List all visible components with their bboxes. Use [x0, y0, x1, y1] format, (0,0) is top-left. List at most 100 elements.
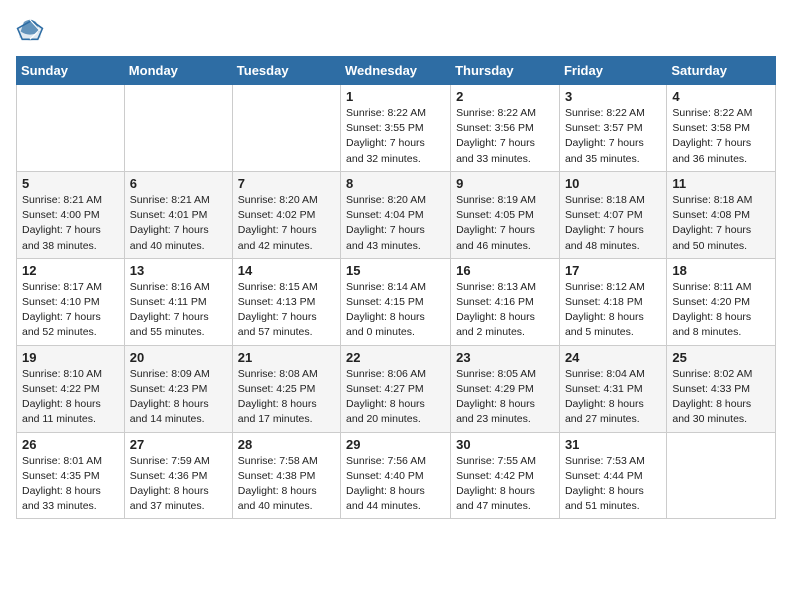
calendar-day-cell: 7 Sunrise: 8:20 AM Sunset: 4:02 PM Daylig…	[232, 171, 340, 258]
calendar-empty-cell	[17, 85, 125, 172]
day-info: Sunrise: 8:02 AM Sunset: 4:33 PM Dayligh…	[672, 367, 770, 428]
day-info: Sunrise: 8:09 AM Sunset: 4:23 PM Dayligh…	[130, 367, 227, 428]
day-number: 30	[456, 437, 554, 452]
day-info: Sunrise: 8:18 AM Sunset: 4:07 PM Dayligh…	[565, 193, 661, 254]
weekday-header-friday: Friday	[559, 57, 666, 85]
day-number: 17	[565, 263, 661, 278]
day-number: 28	[238, 437, 335, 452]
day-info: Sunrise: 8:22 AM Sunset: 3:57 PM Dayligh…	[565, 106, 661, 167]
day-number: 5	[22, 176, 119, 191]
day-number: 14	[238, 263, 335, 278]
day-info: Sunrise: 7:58 AM Sunset: 4:38 PM Dayligh…	[238, 454, 335, 515]
calendar-week-row: 1 Sunrise: 8:22 AM Sunset: 3:55 PM Daylig…	[17, 85, 776, 172]
calendar-day-cell: 1 Sunrise: 8:22 AM Sunset: 3:55 PM Daylig…	[341, 85, 451, 172]
calendar-week-row: 12 Sunrise: 8:17 AM Sunset: 4:10 PM Dayli…	[17, 258, 776, 345]
logo	[16, 16, 48, 44]
day-info: Sunrise: 8:12 AM Sunset: 4:18 PM Dayligh…	[565, 280, 661, 341]
day-info: Sunrise: 8:20 AM Sunset: 4:04 PM Dayligh…	[346, 193, 445, 254]
calendar-day-cell: 25 Sunrise: 8:02 AM Sunset: 4:33 PM Dayli…	[667, 345, 776, 432]
calendar-day-cell: 4 Sunrise: 8:22 AM Sunset: 3:58 PM Daylig…	[667, 85, 776, 172]
weekday-header-monday: Monday	[124, 57, 232, 85]
calendar-day-cell: 14Sunrise: 8:15 AM Sunset: 4:13 PM Dayli…	[232, 258, 340, 345]
day-number: 12	[22, 263, 119, 278]
calendar-day-cell: 19 Sunrise: 8:10 AM Sunset: 4:22 PM Dayli…	[17, 345, 125, 432]
day-number: 13	[130, 263, 227, 278]
day-info: Sunrise: 8:14 AM Sunset: 4:15 PM Dayligh…	[346, 280, 445, 341]
day-info: Sunrise: 7:59 AM Sunset: 4:36 PM Dayligh…	[130, 454, 227, 515]
day-info: Sunrise: 7:55 AM Sunset: 4:42 PM Dayligh…	[456, 454, 554, 515]
day-number: 11	[672, 176, 770, 191]
day-number: 6	[130, 176, 227, 191]
day-number: 4	[672, 89, 770, 104]
weekday-header-tuesday: Tuesday	[232, 57, 340, 85]
calendar-day-cell: 21 Sunrise: 8:08 AM Sunset: 4:25 PM Dayli…	[232, 345, 340, 432]
calendar-day-cell: 15 Sunrise: 8:14 AM Sunset: 4:15 PM Dayli…	[341, 258, 451, 345]
page-header	[16, 16, 776, 44]
day-number: 15	[346, 263, 445, 278]
day-number: 2	[456, 89, 554, 104]
calendar-empty-cell	[667, 432, 776, 519]
day-info: Sunrise: 8:05 AM Sunset: 4:29 PM Dayligh…	[456, 367, 554, 428]
weekday-header-wednesday: Wednesday	[341, 57, 451, 85]
day-number: 22	[346, 350, 445, 365]
calendar-day-cell: 22Sunrise: 8:06 AM Sunset: 4:27 PM Dayli…	[341, 345, 451, 432]
calendar-table: SundayMondayTuesdayWednesdayThursdayFrid…	[16, 56, 776, 519]
day-info: Sunrise: 8:21 AM Sunset: 4:01 PM Dayligh…	[130, 193, 227, 254]
day-number: 18	[672, 263, 770, 278]
day-info: Sunrise: 8:10 AM Sunset: 4:22 PM Dayligh…	[22, 367, 119, 428]
day-info: Sunrise: 8:22 AM Sunset: 3:55 PM Dayligh…	[346, 106, 445, 167]
day-number: 19	[22, 350, 119, 365]
calendar-day-cell: 23Sunrise: 8:05 AM Sunset: 4:29 PM Dayli…	[451, 345, 560, 432]
calendar-day-cell: 5 Sunrise: 8:21 AM Sunset: 4:00 PM Daylig…	[17, 171, 125, 258]
weekday-header-thursday: Thursday	[451, 57, 560, 85]
day-info: Sunrise: 8:20 AM Sunset: 4:02 PM Dayligh…	[238, 193, 335, 254]
calendar-day-cell: 24Sunrise: 8:04 AM Sunset: 4:31 PM Dayli…	[559, 345, 666, 432]
day-info: Sunrise: 8:16 AM Sunset: 4:11 PM Dayligh…	[130, 280, 227, 341]
day-info: Sunrise: 8:18 AM Sunset: 4:08 PM Dayligh…	[672, 193, 770, 254]
day-info: Sunrise: 8:21 AM Sunset: 4:00 PM Dayligh…	[22, 193, 119, 254]
calendar-day-cell: 17 Sunrise: 8:12 AM Sunset: 4:18 PM Dayli…	[559, 258, 666, 345]
day-info: Sunrise: 8:22 AM Sunset: 3:58 PM Dayligh…	[672, 106, 770, 167]
calendar-week-row: 5 Sunrise: 8:21 AM Sunset: 4:00 PM Daylig…	[17, 171, 776, 258]
day-number: 8	[346, 176, 445, 191]
calendar-day-cell: 18Sunrise: 8:11 AM Sunset: 4:20 PM Dayli…	[667, 258, 776, 345]
day-number: 7	[238, 176, 335, 191]
calendar-day-cell: 26 Sunrise: 8:01 AM Sunset: 4:35 PM Dayli…	[17, 432, 125, 519]
calendar-day-cell: 30 Sunrise: 7:55 AM Sunset: 4:42 PM Dayli…	[451, 432, 560, 519]
day-number: 21	[238, 350, 335, 365]
calendar-day-cell: 31Sunrise: 7:53 AM Sunset: 4:44 PM Dayli…	[559, 432, 666, 519]
day-number: 9	[456, 176, 554, 191]
day-info: Sunrise: 8:17 AM Sunset: 4:10 PM Dayligh…	[22, 280, 119, 341]
day-number: 29	[346, 437, 445, 452]
calendar-day-cell: 12 Sunrise: 8:17 AM Sunset: 4:10 PM Dayli…	[17, 258, 125, 345]
calendar-day-cell: 20 Sunrise: 8:09 AM Sunset: 4:23 PM Dayli…	[124, 345, 232, 432]
calendar-day-cell: 9 Sunrise: 8:19 AM Sunset: 4:05 PM Daylig…	[451, 171, 560, 258]
calendar-day-cell: 13 Sunrise: 8:16 AM Sunset: 4:11 PM Dayli…	[124, 258, 232, 345]
calendar-empty-cell	[124, 85, 232, 172]
weekday-header-sunday: Sunday	[17, 57, 125, 85]
day-number: 20	[130, 350, 227, 365]
day-info: Sunrise: 8:08 AM Sunset: 4:25 PM Dayligh…	[238, 367, 335, 428]
day-number: 10	[565, 176, 661, 191]
calendar-week-row: 26 Sunrise: 8:01 AM Sunset: 4:35 PM Dayli…	[17, 432, 776, 519]
day-number: 26	[22, 437, 119, 452]
day-info: Sunrise: 7:56 AM Sunset: 4:40 PM Dayligh…	[346, 454, 445, 515]
day-info: Sunrise: 8:04 AM Sunset: 4:31 PM Dayligh…	[565, 367, 661, 428]
calendar-day-cell: 6 Sunrise: 8:21 AM Sunset: 4:01 PM Daylig…	[124, 171, 232, 258]
day-info: Sunrise: 7:53 AM Sunset: 4:44 PM Dayligh…	[565, 454, 661, 515]
calendar-day-cell: 28 Sunrise: 7:58 AM Sunset: 4:38 PM Dayli…	[232, 432, 340, 519]
day-info: Sunrise: 8:01 AM Sunset: 4:35 PM Dayligh…	[22, 454, 119, 515]
calendar-day-cell: 8 Sunrise: 8:20 AM Sunset: 4:04 PM Daylig…	[341, 171, 451, 258]
calendar-week-row: 19 Sunrise: 8:10 AM Sunset: 4:22 PM Dayli…	[17, 345, 776, 432]
calendar-day-cell: 11 Sunrise: 8:18 AM Sunset: 4:08 PM Dayli…	[667, 171, 776, 258]
calendar-day-cell: 27 Sunrise: 7:59 AM Sunset: 4:36 PM Dayli…	[124, 432, 232, 519]
calendar-day-cell: 10 Sunrise: 8:18 AM Sunset: 4:07 PM Dayli…	[559, 171, 666, 258]
day-info: Sunrise: 8:19 AM Sunset: 4:05 PM Dayligh…	[456, 193, 554, 254]
day-number: 1	[346, 89, 445, 104]
calendar-header-row: SundayMondayTuesdayWednesdayThursdayFrid…	[17, 57, 776, 85]
day-number: 27	[130, 437, 227, 452]
calendar-day-cell: 16Sunrise: 8:13 AM Sunset: 4:16 PM Dayli…	[451, 258, 560, 345]
logo-icon	[16, 16, 44, 44]
day-number: 25	[672, 350, 770, 365]
day-info: Sunrise: 8:22 AM Sunset: 3:56 PM Dayligh…	[456, 106, 554, 167]
